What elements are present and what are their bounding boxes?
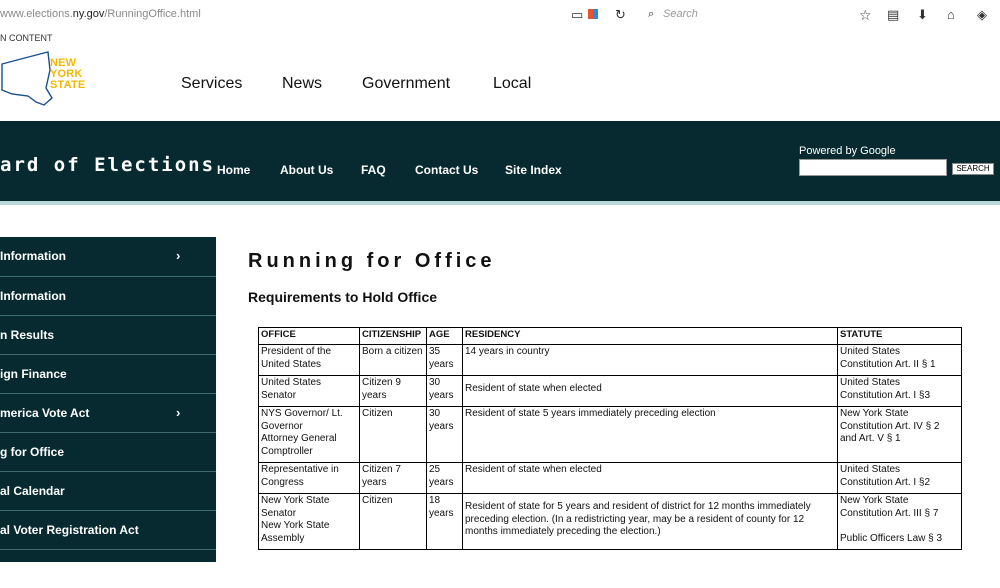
- cell-citizenship: Born a citizen: [359, 344, 427, 376]
- sidebar-item[interactable]: al Calendar: [0, 471, 216, 510]
- topnav-services[interactable]: Services: [181, 75, 242, 93]
- bandnav-faq[interactable]: FAQ: [361, 163, 386, 177]
- cell-residency: Resident of state when elected: [462, 375, 838, 407]
- table-row: NYS Governor/ Lt. Governor Attorney Genera…: [258, 406, 962, 463]
- cell-citizenship: Citizen: [359, 493, 427, 550]
- table-row: New York State Senator New York State Assem…: [258, 493, 962, 550]
- bookmark-star-icon[interactable]: ☆: [859, 7, 872, 24]
- band-divider: [0, 201, 1000, 205]
- cell-statute: United States Constitution Art. I §2: [837, 462, 962, 494]
- cell-age: 18 years: [426, 493, 463, 550]
- browser-search-input[interactable]: Search: [663, 8, 698, 20]
- sidebar-item-label: merica Vote Act: [0, 406, 90, 420]
- sidebar: Information › Information n Results ign F…: [0, 237, 216, 562]
- table-row: United States Senator Citizen 9 years 30 ye…: [258, 375, 962, 407]
- sidebar-item-label: g for Office: [0, 445, 65, 459]
- cell-statute: United States Constitution Art. I §3: [837, 375, 962, 407]
- sidebar-item-label: n Results: [0, 328, 55, 342]
- logo-line-3: STATE: [50, 79, 86, 91]
- url-prefix: www.elections.: [0, 8, 73, 20]
- chevron-right-icon: ›: [176, 248, 181, 263]
- requirements-table: OFFICE CITIZENSHIP AGE RESIDENCY STATUTE…: [258, 327, 962, 550]
- reload-icon[interactable]: ↻: [615, 7, 626, 23]
- pocket-icon[interactable]: ◈: [977, 7, 987, 23]
- table-row: President of the United States Born a cit…: [258, 344, 962, 376]
- column-header-citizenship: CITIZENSHIP: [359, 327, 427, 345]
- cell-statute: United States Constitution Art. II § 1: [837, 344, 962, 376]
- google-search-input[interactable]: [799, 159, 947, 176]
- column-header-office: OFFICE: [258, 327, 360, 345]
- page-title: Running for Office: [248, 250, 496, 272]
- bandnav-contact-us[interactable]: Contact Us: [415, 163, 478, 177]
- url-domain: ny.gov: [72, 8, 105, 20]
- cell-office: President of the United States: [258, 344, 360, 376]
- cell-office: New York State Senator New York State Assem…: [258, 493, 360, 550]
- cell-citizenship: Citizen 7 years: [359, 462, 427, 494]
- cell-office: United States Senator: [258, 375, 360, 407]
- ny-state-wordmark: NEW YORK STATE: [50, 58, 85, 91]
- topnav-government[interactable]: Government: [362, 75, 450, 93]
- cell-residency: Resident of state when elected: [462, 462, 838, 494]
- url-path: /RunningOffice.html: [104, 8, 201, 20]
- powered-by-google: Powered by Google: [799, 145, 896, 157]
- column-header-age: AGE: [426, 327, 463, 345]
- column-header-residency: RESIDENCY: [462, 327, 838, 345]
- column-header-statute: STATUTE: [837, 327, 962, 345]
- chevron-right-icon: ›: [176, 405, 181, 420]
- cell-office: NYS Governor/ Lt. Governor Attorney Genera…: [258, 406, 360, 463]
- cell-residency: Resident of state 5 years immediately pr…: [462, 406, 838, 463]
- home-icon[interactable]: ⌂: [947, 7, 955, 22]
- cell-age: 25 years: [426, 462, 463, 494]
- sidebar-item[interactable]: al Voter Registration Act: [0, 510, 216, 549]
- sidebar-item-label: ign Finance: [0, 367, 67, 381]
- topnav-local[interactable]: Local: [493, 75, 531, 93]
- library-icon[interactable]: ▤: [887, 7, 899, 23]
- cell-citizenship: Citizen: [359, 406, 427, 463]
- cell-office: Representative in Congress: [258, 462, 360, 494]
- sidebar-item[interactable]: g for Office: [0, 432, 216, 471]
- cell-age: 30 years: [426, 406, 463, 463]
- sidebar-item[interactable]: Information ›: [0, 237, 216, 276]
- cell-age: 35 years: [426, 344, 463, 376]
- sidebar-item[interactable]: ign Finance: [0, 354, 216, 393]
- search-icon: ⌕: [648, 8, 655, 20]
- address-bar[interactable]: www.elections.ny.gov/RunningOffice.html: [0, 8, 201, 20]
- cell-statute: New York State Constitution Art. III § 7P…: [837, 493, 962, 550]
- topnav-news[interactable]: News: [282, 75, 322, 93]
- bandnav-site-index[interactable]: Site Index: [505, 163, 562, 177]
- agency-title[interactable]: ard of Elections: [0, 154, 215, 176]
- sidebar-item-label: al Calendar: [0, 484, 65, 498]
- sidebar-item[interactable]: merica Vote Act ›: [0, 393, 216, 432]
- table-row: Representative in Congress Citizen 7 years…: [258, 462, 962, 494]
- sidebar-item[interactable]: Information: [0, 276, 216, 315]
- sidebar-item[interactable]: n Results: [0, 315, 216, 354]
- reader-view-icon[interactable]: ▭: [571, 7, 583, 23]
- bandnav-home[interactable]: Home: [217, 163, 250, 177]
- table-header-row: OFFICE CITIZENSHIP AGE RESIDENCY STATUTE: [258, 327, 962, 345]
- cell-age: 30 years: [426, 375, 463, 407]
- google-search-button[interactable]: SEARCH: [952, 163, 994, 175]
- sidebar-item-label: al Voter Registration Act: [0, 523, 139, 537]
- extension-icon[interactable]: [588, 9, 598, 19]
- page-subtitle: Requirements to Hold Office: [248, 289, 438, 305]
- cell-citizenship: Citizen 9 years: [359, 375, 427, 407]
- sidebar-item-label: Information: [0, 289, 66, 303]
- browser-toolbar: www.elections.ny.gov/RunningOffice.html …: [0, 0, 1000, 30]
- download-icon[interactable]: ⬇: [917, 7, 928, 23]
- skip-to-content-link[interactable]: N CONTENT: [0, 33, 53, 43]
- cell-residency: 14 years in country: [462, 344, 838, 376]
- sidebar-item-label: Information: [0, 249, 66, 263]
- cell-statute: New York State Constitution Art. IV § 2 an…: [837, 406, 962, 463]
- cell-residency: Resident of state for 5 years and reside…: [462, 493, 838, 550]
- sidebar-item[interactable]: [0, 549, 216, 588]
- bandnav-about-us[interactable]: About Us: [280, 163, 333, 177]
